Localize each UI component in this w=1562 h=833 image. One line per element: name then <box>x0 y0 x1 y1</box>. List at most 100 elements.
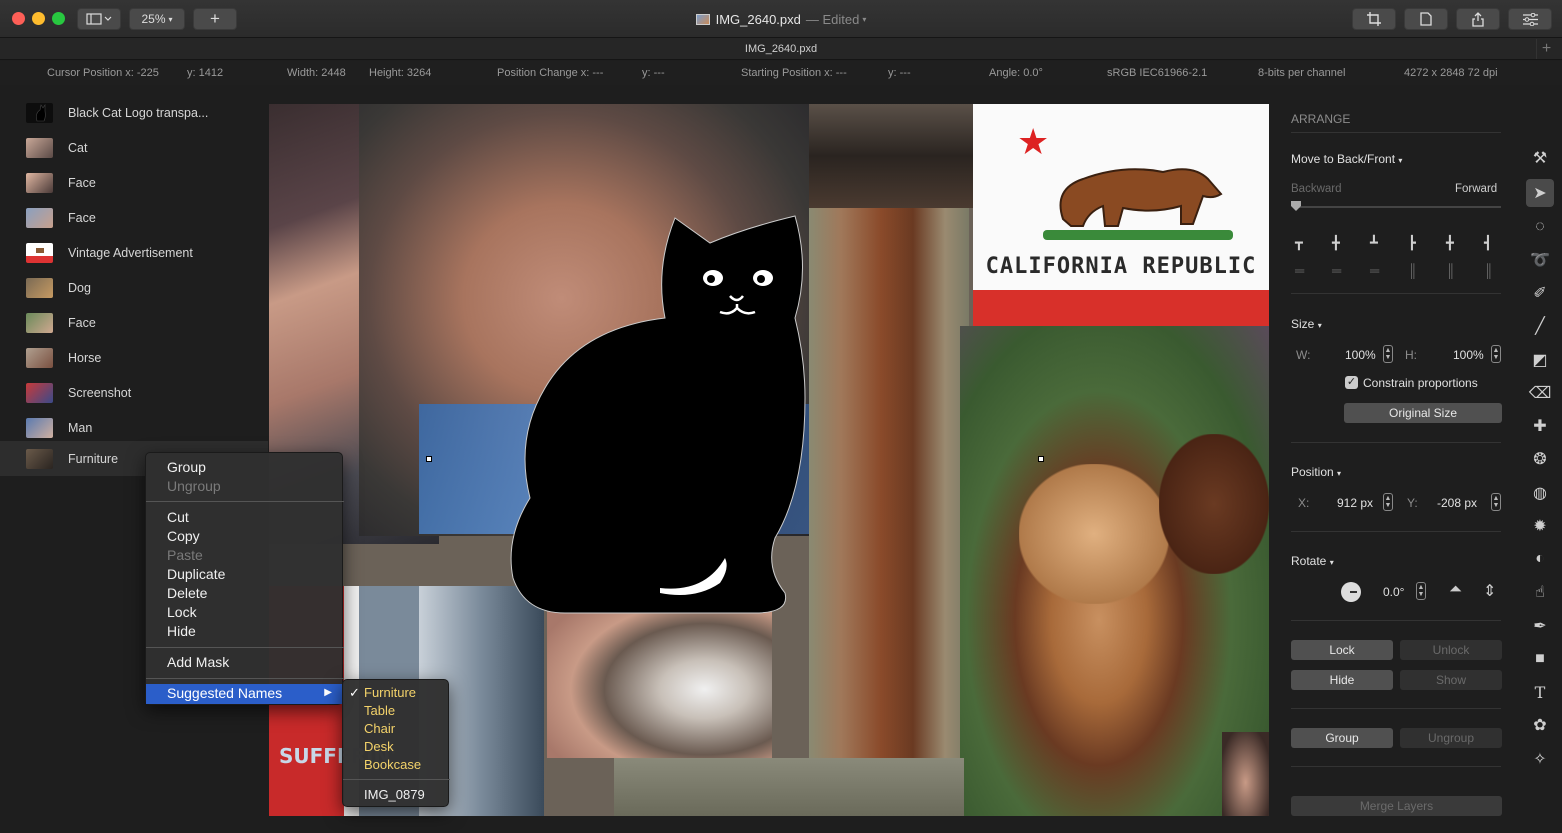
quick-select-icon[interactable]: ✐ <box>1526 279 1554 307</box>
text-icon[interactable]: T <box>1526 678 1554 706</box>
suggested-name-item[interactable]: Desk <box>364 739 394 754</box>
y-stepper[interactable]: ▲ ▼ <box>1491 493 1501 511</box>
sparkle-icon[interactable]: ✧ <box>1526 745 1554 773</box>
x-stepper[interactable]: ▲ ▼ <box>1383 493 1393 511</box>
layer-item[interactable]: Face <box>0 305 268 340</box>
suggested-name-item[interactable]: Table <box>364 703 395 718</box>
add-button[interactable]: + <box>193 8 237 30</box>
suggested-name-item[interactable]: Furniture <box>364 685 416 700</box>
suggested-name-item[interactable]: Chair <box>364 721 395 736</box>
pen-icon[interactable]: ✒ <box>1526 612 1554 640</box>
menu-item-suggested-names[interactable]: Suggested Names ▶ <box>146 684 344 704</box>
document-icon <box>1420 12 1432 26</box>
layer-item[interactable]: Face <box>0 165 268 200</box>
layer-item[interactable]: Vintage Advertisement <box>0 235 268 270</box>
rotate-dial[interactable] <box>1341 582 1361 602</box>
sidebar-toggle-button[interactable] <box>77 8 121 30</box>
align-right-icon[interactable]: ┫ <box>1484 235 1492 251</box>
menu-item-hide[interactable]: Hide <box>167 623 196 639</box>
transform-handle[interactable] <box>426 456 432 462</box>
group-button[interactable]: Group <box>1291 728 1393 748</box>
suggested-name-item[interactable]: Bookcase <box>364 757 421 772</box>
select-arrow-icon[interactable]: ➤ <box>1526 179 1554 207</box>
layer-item[interactable]: Cat <box>0 130 268 165</box>
flip-horizontal-icon[interactable]: ⏶ <box>1449 581 1462 599</box>
black-cat-logo[interactable] <box>505 208 815 614</box>
edited-label[interactable]: — Edited <box>806 12 859 27</box>
layer-item[interactable]: Screenshot <box>0 375 268 410</box>
align-left-icon[interactable]: ┣ <box>1408 235 1416 251</box>
layer-item[interactable]: Horse <box>0 340 268 375</box>
y-field[interactable]: -208 px <box>1437 496 1477 510</box>
rotate-stepper[interactable]: ▲ ▼ <box>1416 582 1426 600</box>
height-field[interactable]: 100% <box>1453 348 1484 362</box>
hide-button[interactable]: Hide <box>1291 670 1393 690</box>
contrast-icon[interactable]: ◐ <box>1526 545 1554 573</box>
layer-item[interactable]: Man <box>0 410 268 445</box>
divider <box>1291 293 1501 294</box>
arrange-slider-knob[interactable] <box>1291 201 1301 211</box>
align-top-icon[interactable]: ┳ <box>1295 235 1303 251</box>
clone-icon[interactable]: ❂ <box>1526 445 1554 473</box>
flip-vertical-icon[interactable]: ⇕ <box>1483 581 1496 601</box>
position-label: Position <box>1291 465 1334 479</box>
shape-icon[interactable]: ■ <box>1526 645 1554 673</box>
menu-item-delete[interactable]: Delete <box>167 585 207 601</box>
menu-item-duplicate[interactable]: Duplicate <box>167 566 225 582</box>
close-window-button[interactable] <box>12 12 25 25</box>
image-file-icon <box>695 13 710 25</box>
layer-item[interactable]: Dog <box>0 270 268 305</box>
menu-item-group[interactable]: Group <box>167 459 206 475</box>
align-center-icon[interactable]: ╋ <box>1446 235 1454 251</box>
menu-item-lock[interactable]: Lock <box>167 604 197 620</box>
x-label: X: <box>1298 496 1310 510</box>
eraser-icon[interactable]: ⌫ <box>1526 379 1554 407</box>
smudge-icon[interactable]: ☝ <box>1526 578 1554 606</box>
repair-icon[interactable]: ✚ <box>1526 412 1554 440</box>
minimize-window-button[interactable] <box>32 12 45 25</box>
constrain-checkbox[interactable]: ✓ <box>1345 376 1358 389</box>
document-button[interactable] <box>1404 8 1448 30</box>
rotate-field[interactable]: 0.0° <box>1383 585 1404 599</box>
layer-item[interactable]: Black Cat Logo transpa... <box>0 95 268 130</box>
position-dropdown[interactable]: Position ▾ <box>1291 465 1341 479</box>
share-button[interactable] <box>1456 8 1500 30</box>
new-tab-button[interactable]: + <box>1536 39 1556 59</box>
arrange-slider-track[interactable] <box>1295 206 1501 208</box>
size-dropdown[interactable]: Size ▾ <box>1291 317 1322 331</box>
gradient-icon[interactable]: ◩ <box>1526 346 1554 374</box>
menu-item-add-mask[interactable]: Add Mask <box>167 654 229 670</box>
width-field[interactable]: 100% <box>1345 348 1376 362</box>
color-adjust-icon[interactable]: ✿ <box>1526 711 1554 739</box>
x-field[interactable]: 912 px <box>1337 496 1373 510</box>
zoom-dropdown[interactable]: 25% ▾ <box>129 8 185 30</box>
lock-button[interactable]: Lock <box>1291 640 1393 660</box>
width-stepper[interactable]: ▲ ▼ <box>1383 345 1393 363</box>
align-bottom-icon[interactable]: ┻ <box>1370 235 1378 251</box>
align-middle-icon[interactable]: ╋ <box>1332 235 1340 251</box>
layer-thumbnail <box>26 312 53 333</box>
crop-button[interactable] <box>1352 8 1396 30</box>
blur-icon[interactable]: ◍ <box>1526 479 1554 507</box>
move-back-front-dropdown[interactable]: Move to Back/Front ▾ <box>1291 152 1402 166</box>
document-tab[interactable]: IMG_2640.pxd <box>745 43 817 55</box>
layer-item[interactable]: Face <box>0 200 268 235</box>
transform-handle[interactable] <box>1038 456 1044 462</box>
adjust-panel-button[interactable] <box>1508 8 1552 30</box>
panel-header: ARRANGE <box>1291 112 1351 126</box>
zoom-window-button[interactable] <box>52 12 65 25</box>
arrange-icon[interactable]: ⚒ <box>1526 144 1554 172</box>
height-stepper[interactable]: ▲ ▼ <box>1491 345 1501 363</box>
lasso-icon[interactable]: ➰ <box>1526 246 1554 274</box>
light-icon[interactable]: ✹ <box>1526 512 1554 540</box>
layer-thumbnail <box>26 102 53 123</box>
layer-label: Cat <box>68 140 88 155</box>
brush-icon[interactable]: ╱ <box>1526 312 1554 340</box>
rotate-dropdown[interactable]: Rotate ▾ <box>1291 554 1334 568</box>
menu-item-copy[interactable]: Copy <box>167 528 200 544</box>
ellipse-select-icon[interactable]: ◌ <box>1526 213 1554 241</box>
suggested-name-item[interactable]: IMG_0879 <box>364 787 425 802</box>
menu-item-cut[interactable]: Cut <box>167 509 189 525</box>
original-size-button[interactable]: Original Size <box>1344 403 1502 423</box>
arrange-panel: ARRANGE Move to Back/Front ▾ Backward Fo… <box>1279 95 1519 833</box>
